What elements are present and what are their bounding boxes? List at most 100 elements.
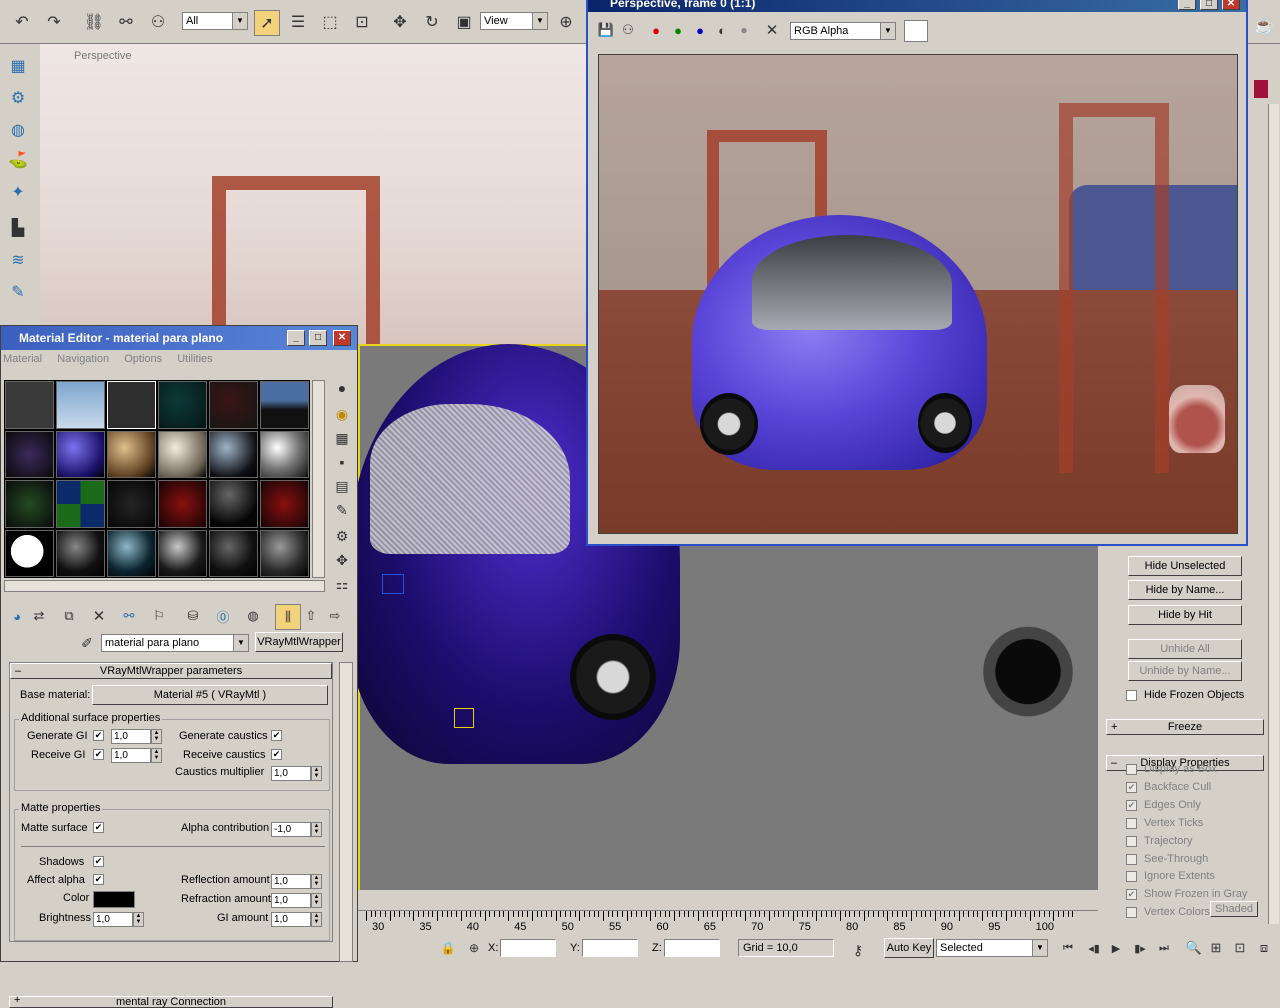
brightness-spinner[interactable]: 1,0 ▲ ▼: [93, 912, 144, 927]
show-map-in-viewport-icon[interactable]: ◍: [241, 604, 265, 628]
material-sample-slot[interactable]: [158, 480, 207, 528]
spinner-arrows-icon[interactable]: ▲ ▼: [151, 729, 162, 744]
clear-icon[interactable]: ✕: [760, 18, 784, 42]
matte-color-swatch[interactable]: [93, 891, 135, 908]
mono-icon[interactable]: ●: [732, 18, 756, 42]
spinner-arrows-icon[interactable]: ▲ ▼: [133, 912, 144, 927]
material-sample-slot[interactable]: [260, 529, 309, 577]
alpha-channel-icon[interactable]: ◐: [710, 18, 734, 42]
viewport-label[interactable]: Perspective: [74, 50, 131, 62]
key-filter-dropdown[interactable]: Selected ▼: [936, 939, 1048, 957]
material-sample-slot[interactable]: [158, 529, 207, 577]
menu-options[interactable]: Options: [124, 353, 162, 365]
material-sample-slot[interactable]: [209, 529, 258, 577]
display-property-checkbox[interactable]: [1126, 835, 1137, 847]
material-sample-slot[interactable]: [209, 430, 258, 478]
move-icon[interactable]: ✥: [388, 10, 412, 34]
generate-caustics-checkbox[interactable]: ✔: [271, 730, 282, 741]
select-object-icon[interactable]: ➚: [254, 10, 280, 36]
material-sample-slot[interactable]: [56, 529, 105, 577]
motion-panel-icon[interactable]: ⛳: [6, 148, 30, 172]
slots-hscrollbar[interactable]: [4, 580, 325, 592]
x-coord-field[interactable]: [500, 939, 556, 957]
material-sample-slot[interactable]: [260, 381, 309, 429]
display-property-checkbox[interactable]: [1126, 871, 1137, 883]
material-name-field[interactable]: material para plano ▼: [101, 634, 249, 652]
maximize-button[interactable]: □: [1200, 0, 1218, 10]
freeze-rollout-header[interactable]: + Freeze: [1106, 719, 1264, 735]
material-sample-slot[interactable]: [158, 381, 207, 429]
zoom-extents-all-icon[interactable]: ⧈: [1252, 936, 1276, 960]
put-to-library-icon[interactable]: ⛁: [181, 604, 205, 628]
base-material-button[interactable]: Material #5 ( VRayMtl ): [92, 685, 328, 705]
generate-gi-checkbox[interactable]: ✔: [93, 730, 104, 741]
slots-scrollbar[interactable]: [312, 380, 325, 578]
window-crossing-icon[interactable]: ⊡: [350, 10, 374, 34]
teapot-render-icon[interactable]: ☕: [1252, 14, 1276, 38]
select-by-material-icon[interactable]: ✥: [330, 548, 354, 572]
material-sample-slot[interactable]: [107, 529, 156, 577]
display-property-checkbox[interactable]: [1126, 853, 1137, 865]
hide-by-name-button[interactable]: Hide by Name...: [1128, 580, 1242, 600]
material-sample-slot[interactable]: [5, 430, 54, 478]
color-swatch[interactable]: [1254, 80, 1268, 98]
frame-window-titlebar[interactable]: Perspective, frame 0 (1:1) _ □ ✕: [588, 0, 1246, 12]
command-panel-scrollbar[interactable]: [1268, 104, 1279, 924]
maximize-button[interactable]: □: [309, 330, 327, 346]
menu-material[interactable]: Material: [3, 353, 42, 365]
ruler-icon[interactable]: ✎: [6, 280, 30, 304]
shadows-checkbox[interactable]: ✔: [93, 856, 104, 867]
reset-material-icon[interactable]: ✕: [87, 604, 111, 628]
mental-ray-rollout-header[interactable]: + mental ray Connection: [9, 995, 333, 1008]
receive-gi-checkbox[interactable]: ✔: [93, 749, 104, 760]
save-image-icon[interactable]: 💾: [594, 18, 618, 42]
rotate-icon[interactable]: ↻: [420, 10, 444, 34]
get-material-icon[interactable]: ◕: [5, 604, 29, 628]
spinner-arrows-icon[interactable]: ▲ ▼: [311, 766, 322, 781]
hide-frozen-checkbox[interactable]: [1126, 690, 1137, 701]
generate-gi-spinner[interactable]: 1,0 ▲ ▼: [111, 729, 162, 744]
hide-unselected-button[interactable]: Hide Unselected: [1128, 556, 1242, 576]
display-property-checkbox[interactable]: ✔: [1126, 781, 1137, 793]
pivot-center-icon[interactable]: ⊕: [554, 10, 578, 34]
backlight-icon[interactable]: ◉: [330, 402, 354, 426]
material-sample-slot[interactable]: [56, 381, 105, 429]
auto-key-button[interactable]: Auto Key: [884, 938, 934, 958]
spinner-arrows-icon[interactable]: ▲ ▼: [311, 893, 322, 908]
display-property-checkbox[interactable]: [1126, 907, 1137, 919]
go-forward-to-sibling-icon[interactable]: ⇨: [323, 604, 347, 628]
spinner-arrows-icon[interactable]: ▲ ▼: [311, 874, 322, 889]
receive-caustics-checkbox[interactable]: ✔: [271, 749, 282, 760]
make-preview-icon[interactable]: ✎: [330, 498, 354, 522]
close-button[interactable]: ✕: [1222, 0, 1240, 10]
utilities-panel-icon[interactable]: ▙: [6, 216, 30, 240]
spinner-arrows-icon[interactable]: ▲ ▼: [311, 912, 322, 927]
material-editor-titlebar[interactable]: Material Editor - material para plano _ …: [1, 326, 357, 350]
zoom-icon[interactable]: 🔍: [1182, 936, 1206, 960]
unhide-by-name-button[interactable]: Unhide by Name...: [1128, 661, 1242, 681]
affect-alpha-checkbox[interactable]: ✔: [93, 874, 104, 885]
spinner-arrows-icon[interactable]: ▲ ▼: [151, 748, 162, 763]
zoom-extents-icon[interactable]: ⊡: [1228, 936, 1252, 960]
display-property-checkbox[interactable]: [1126, 764, 1137, 775]
previous-frame-icon[interactable]: ◂▮: [1082, 936, 1106, 960]
make-copy-icon[interactable]: ⚯: [117, 604, 141, 628]
select-and-link-icon[interactable]: ⛓: [82, 10, 106, 34]
refraction-amount-spinner[interactable]: 1,0 ▲ ▼: [271, 893, 322, 908]
y-coord-field[interactable]: [582, 939, 638, 957]
display-property-checkbox[interactable]: [1126, 817, 1137, 829]
alpha-contribution-spinner[interactable]: -1,0 ▲ ▼: [271, 822, 322, 837]
create-panel-icon[interactable]: ▦: [6, 54, 30, 78]
hierarchy-panel-icon[interactable]: ◍: [6, 118, 30, 142]
scale-icon[interactable]: ▣: [452, 10, 476, 34]
display-property-checkbox[interactable]: ✔: [1126, 799, 1137, 811]
close-button[interactable]: ✕: [333, 330, 351, 346]
go-to-start-icon[interactable]: ⏮: [1056, 936, 1080, 960]
menu-navigation[interactable]: Navigation: [57, 353, 109, 365]
material-sample-slot[interactable]: [5, 480, 54, 528]
material-type-button[interactable]: VRayMtlWrapper: [255, 632, 343, 652]
menu-utilities[interactable]: Utilities: [177, 353, 212, 365]
key-icon[interactable]: ⚷: [846, 938, 870, 962]
pick-material-eyedropper-icon[interactable]: ✐: [75, 631, 99, 655]
minimize-button[interactable]: _: [287, 330, 305, 346]
